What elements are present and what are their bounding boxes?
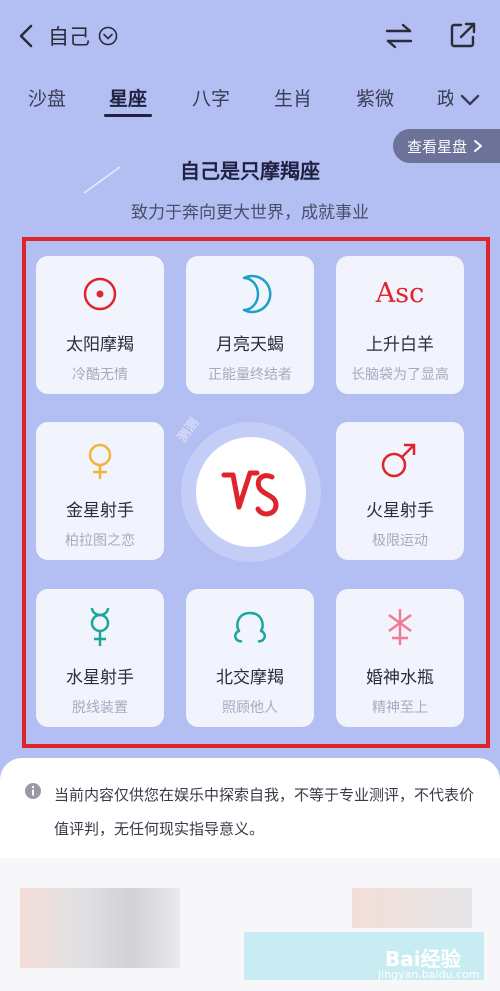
- card-name: 北交摩羯: [216, 668, 284, 688]
- card-venus[interactable]: 金星射手 柏拉图之恋: [36, 422, 164, 560]
- swap-arrows-icon[interactable]: [384, 22, 414, 50]
- capricorn-icon: [221, 470, 279, 517]
- active-tab-indicator: [104, 114, 152, 117]
- info-icon: [25, 783, 41, 799]
- sun-icon: [83, 277, 117, 311]
- tab-sandbox[interactable]: 沙盘: [28, 84, 66, 111]
- tab-shengxiao[interactable]: 生肖: [274, 84, 312, 111]
- card-name: 火星射手: [366, 501, 434, 521]
- venus-icon: [88, 443, 112, 479]
- disclaimer-text: 当前内容仅供您在娱乐中探索自我，不等于专业测评，不代表价值评判，无任何现实指导意…: [54, 786, 475, 838]
- mercury-icon: [90, 607, 110, 646]
- sign-headline: 自己是只摩羯座: [180, 159, 320, 183]
- card-desc: 柏拉图之恋: [65, 533, 135, 549]
- card-juno[interactable]: 婚神水瓶 精神至上: [336, 589, 464, 727]
- chevron-down-circle-icon: [98, 26, 118, 46]
- card-name: 婚神水瓶: [366, 668, 434, 688]
- view-chart-label: 查看星盘: [407, 137, 468, 156]
- card-desc: 精神至上: [372, 700, 428, 716]
- blurred-image: [20, 888, 180, 968]
- north-node-icon: [234, 611, 266, 643]
- card-sun[interactable]: 太阳摩羯 冷酷无情: [36, 256, 164, 394]
- card-moon[interactable]: 月亮天蝎 正能量终结者: [186, 256, 314, 394]
- card-name: 太阳摩羯: [66, 335, 134, 355]
- mars-icon: [381, 443, 416, 478]
- top-bar: 自己: [0, 0, 500, 72]
- card-name: 水星射手: [66, 668, 134, 688]
- moon-icon: [242, 274, 272, 314]
- card-desc: 长脑袋为了显高: [351, 367, 449, 383]
- card-desc: 照顾他人: [222, 700, 278, 716]
- tab-zodiac[interactable]: 星座: [109, 84, 147, 111]
- chevron-left-icon[interactable]: [14, 22, 38, 50]
- card-ascendant[interactable]: Asc 上升白羊 长脑袋为了显高: [336, 256, 464, 394]
- baidu-watermark-site: jingyan.baidu.com: [378, 968, 480, 981]
- card-mars[interactable]: 火星射手 极限运动: [336, 422, 464, 560]
- card-name: 金星射手: [66, 501, 134, 521]
- page-title: 自己: [48, 25, 90, 49]
- juno-icon: [388, 609, 412, 645]
- ascendant-label: Asc: [375, 278, 425, 309]
- sign-subline: 致力于奔向更大世界，成就事业: [131, 203, 369, 223]
- chevron-right-icon: [474, 140, 483, 152]
- card-name: 上升白羊: [366, 335, 434, 355]
- tab-partial[interactable]: 政: [437, 84, 453, 111]
- tab-ziwei[interactable]: 紫微: [356, 84, 394, 111]
- card-mercury[interactable]: 水星射手 脱线装置: [36, 589, 164, 727]
- card-desc: 冷酷无情: [72, 367, 128, 383]
- tab-bazi[interactable]: 八字: [192, 84, 230, 111]
- card-desc: 脱线装置: [72, 700, 128, 716]
- card-north-node[interactable]: 北交摩羯 照顾他人: [186, 589, 314, 727]
- card-desc: 正能量终结者: [208, 367, 292, 383]
- chevron-down-icon[interactable]: [458, 90, 482, 110]
- tab-bar: 沙盘 星座 八字 生肖 紫微 政: [0, 78, 500, 120]
- blurred-image: [352, 888, 472, 928]
- card-desc: 极限运动: [372, 533, 428, 549]
- profile-selector[interactable]: 自己: [48, 20, 118, 52]
- share-out-icon[interactable]: [448, 20, 478, 50]
- card-name: 月亮天蝎: [216, 335, 284, 355]
